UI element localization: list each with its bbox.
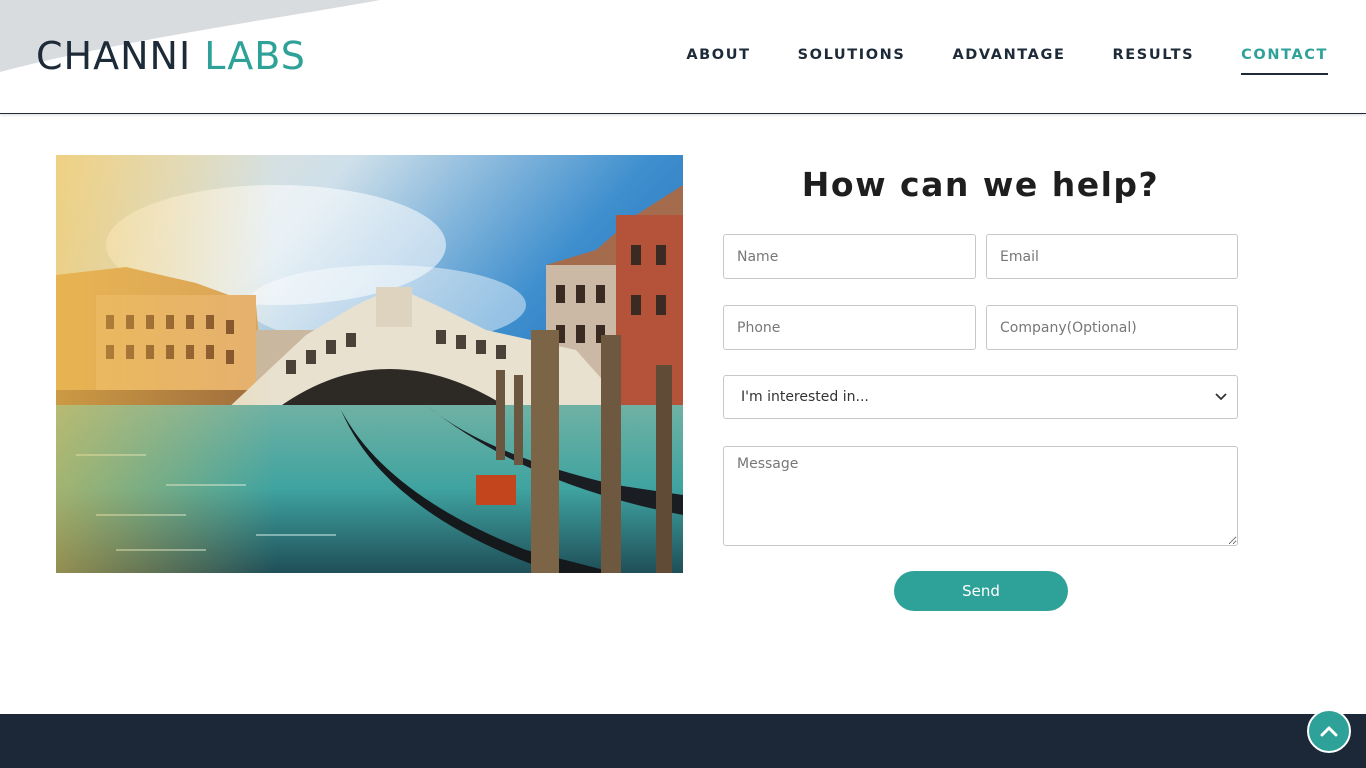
nav-solutions[interactable]: SOLUTIONS <box>798 45 906 75</box>
company-input[interactable] <box>986 305 1238 350</box>
nav-contact[interactable]: CONTACT <box>1241 45 1328 75</box>
interest-select-value: I'm interested in... <box>741 389 869 405</box>
nav-results[interactable]: RESULTS <box>1113 45 1195 75</box>
venice-photo <box>56 155 683 573</box>
email-input[interactable] <box>986 234 1238 279</box>
chevron-down-icon <box>1215 390 1227 404</box>
logo-text-labs: LABS <box>204 34 306 78</box>
site-footer <box>0 714 1366 768</box>
site-header: CHANNI LABS ABOUT SOLUTIONS ADVANTAGE RE… <box>0 0 1366 114</box>
form-title: How can we help? <box>801 165 1160 204</box>
phone-input[interactable] <box>723 305 976 350</box>
nav-about[interactable]: ABOUT <box>686 45 750 75</box>
send-button[interactable]: Send <box>894 571 1068 611</box>
logo-text-channi: CHANNI <box>36 34 192 78</box>
name-input[interactable] <box>723 234 976 279</box>
site-logo[interactable]: CHANNI LABS <box>36 34 306 78</box>
nav-advantage[interactable]: ADVANTAGE <box>952 45 1065 75</box>
chevron-up-icon <box>1320 722 1338 741</box>
message-textarea[interactable] <box>723 446 1238 546</box>
interest-select[interactable]: I'm interested in... <box>723 375 1238 419</box>
back-to-top-button[interactable] <box>1307 709 1351 753</box>
main-nav: ABOUT SOLUTIONS ADVANTAGE RESULTS CONTAC… <box>686 45 1328 75</box>
